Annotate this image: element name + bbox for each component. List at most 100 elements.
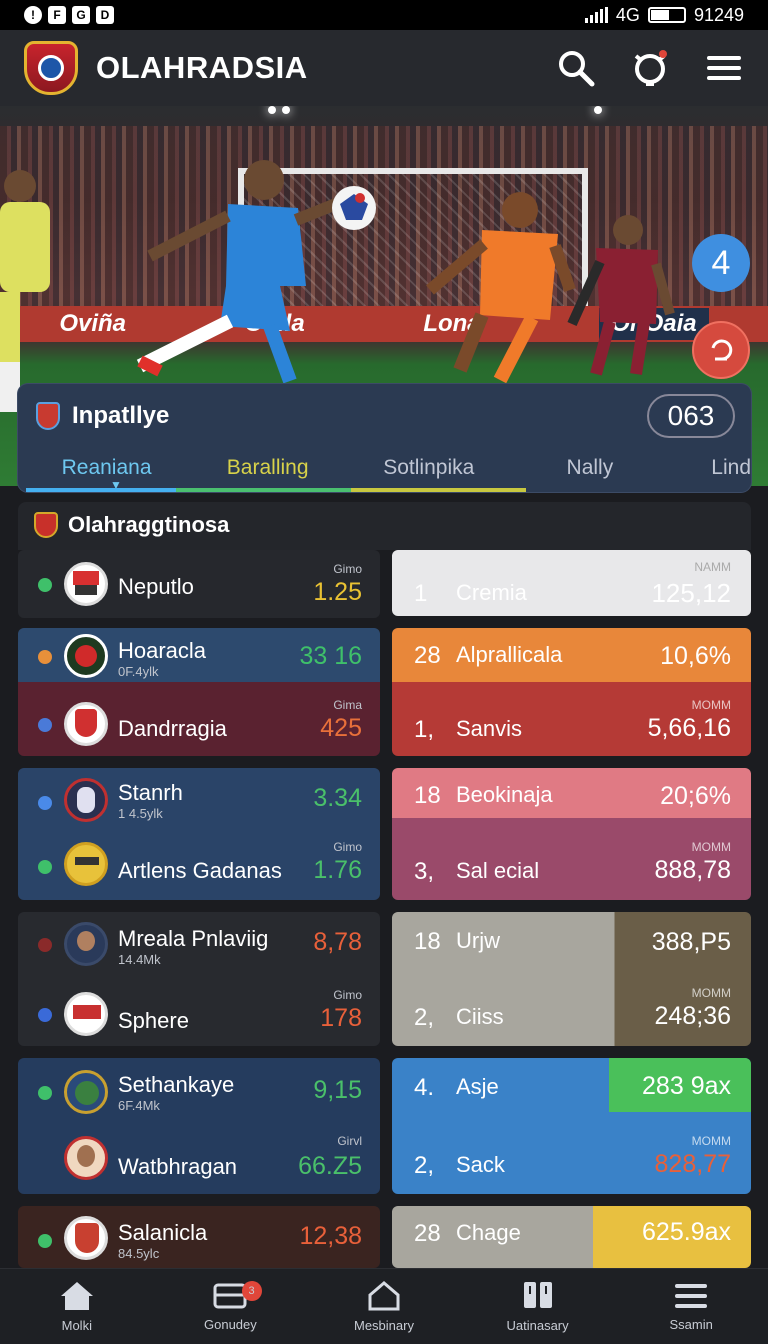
team-badge-icon	[64, 778, 108, 822]
alert-icon: !	[24, 6, 42, 24]
tab-sotlinpika[interactable]: Sotlinpika	[348, 452, 509, 492]
match-card[interactable]: Hoaracla 0F.4ylk 33 16 Dandrragia Gima 4…	[18, 628, 380, 756]
status-dot	[38, 1086, 52, 1100]
hamburger-menu-icon[interactable]	[704, 48, 744, 88]
team-name: Watbhragan	[118, 1154, 238, 1179]
odds-name: Sack	[456, 1152, 505, 1177]
app-logo[interactable]	[24, 41, 78, 95]
odds-name: Beokinaja	[456, 782, 553, 807]
nav-label: Gonudey	[204, 1317, 257, 1332]
floodlight	[594, 106, 602, 114]
odds-card[interactable]: 1 Cremia NAMM 125,12	[392, 550, 751, 616]
status-dot	[38, 860, 52, 874]
odds-name: Alprallicala	[456, 642, 563, 667]
odds-rank: 18	[414, 928, 441, 955]
team-badge-icon	[64, 992, 108, 1036]
section-header: Olahraggtinosa	[18, 502, 751, 550]
status-bar: ! F G D 4G 91249	[0, 0, 768, 30]
status-dot	[38, 578, 52, 592]
odds-rank: 4.	[414, 1074, 435, 1101]
odds-name: Asje	[456, 1074, 499, 1099]
odds-value: 20;6%	[660, 782, 731, 810]
tab-reaniana[interactable]: Reaniana	[26, 452, 187, 492]
notification-icons: ! F G D	[24, 6, 114, 24]
app-icon: G	[72, 6, 90, 24]
score-caption: Girvl	[337, 1134, 362, 1148]
team-name: Mreala Pnlaviig	[118, 926, 269, 951]
match-card[interactable]: Mreala Pnlaviig 14.4Mk 8,78 Sphere Gimo …	[18, 912, 380, 1046]
status-dot	[38, 938, 52, 952]
odds-card[interactable]: 18 Beokinaja 20;6% 3, Sal ecial MOMM 888…	[392, 768, 751, 900]
status-dot	[38, 1234, 52, 1248]
team-score: 33 16	[299, 642, 362, 670]
nav-item-uatinasary[interactable]: Uatinasary	[461, 1269, 615, 1344]
nav-item-menu[interactable]: Ssamin	[614, 1269, 768, 1344]
team-name: Artlens Gadanas	[118, 858, 282, 883]
club-logo-icon	[34, 512, 58, 538]
nav-item-wallet[interactable]: 3 Gonudey	[154, 1269, 308, 1344]
odds-value: 10,6%	[660, 642, 731, 670]
match-count-badge[interactable]: 063	[647, 394, 735, 438]
odds-card[interactable]: 18 Urjw 388,P5 2, Ciiss MOMM 248;36	[392, 912, 751, 1046]
floodlight	[282, 106, 290, 114]
odds-name: Sanvis	[456, 716, 523, 741]
nav-label: Uatinasary	[506, 1318, 569, 1333]
section-title: Olahraggtinosa	[68, 512, 230, 537]
team-score: 66.Z5	[298, 1152, 362, 1180]
odds-card[interactable]: 4. Asje 283 9ax 2, Sack MOMM 828,77	[392, 1058, 751, 1194]
nav-label: Mesbinary	[354, 1318, 414, 1333]
team-score: 12,38	[299, 1222, 362, 1250]
tab-lind[interactable]: Lind	[670, 452, 751, 492]
refresh-button[interactable]	[692, 321, 750, 379]
score-caption: Gimo	[333, 840, 362, 854]
team-name: Sphere	[118, 1008, 189, 1033]
odds-card[interactable]: 28 Chage 625.9ax	[392, 1206, 751, 1268]
match-card[interactable]: Stanrh 1 4.5ylk 3.34 Artlens Gadanas Gim…	[18, 768, 380, 900]
nav-item-mesbinary[interactable]: Mesbinary	[307, 1269, 461, 1344]
facebook-icon: F	[48, 6, 66, 24]
score-caption: Gimo	[333, 988, 362, 1002]
search-icon[interactable]	[556, 48, 596, 88]
match-card[interactable]: Neputlo Gimo 1.25	[18, 550, 380, 618]
team-score: 425	[320, 714, 362, 742]
team-score: 9,15	[313, 1076, 362, 1104]
app-title: OLAHRADSIA	[96, 50, 308, 85]
team-score: 8,78	[313, 928, 362, 956]
team-badge-icon	[64, 562, 108, 606]
status-dot	[38, 650, 52, 664]
player-avatar	[64, 1136, 108, 1180]
team-name: Sethankaye	[118, 1072, 235, 1097]
match-card[interactable]: Salanicla 84.5ylc 12,38	[18, 1206, 380, 1268]
team-subtitle: 84.5ylc	[118, 1246, 160, 1261]
team-badge-icon	[64, 1070, 108, 1114]
odds-rank: 2,	[414, 1004, 435, 1031]
nav-item-home[interactable]: Molki	[0, 1269, 154, 1344]
odds-value: 828,77	[654, 1150, 731, 1178]
app-header: OLAHRADSIA	[0, 30, 768, 106]
bottom-navigation: Molki 3 Gonudey Mesbinary Uatinasary Ssa…	[0, 1268, 768, 1344]
tab-nally[interactable]: Nally	[509, 452, 670, 492]
tab-baralling[interactable]: Baralling	[187, 452, 348, 492]
odds-rank: 1	[414, 580, 428, 607]
score-caption: Gima	[333, 698, 362, 712]
team-badge-icon	[64, 1216, 108, 1260]
odds-card[interactable]: 28 Alprallicala 10,6% 1, Sanvis MOMM 5,6…	[392, 628, 751, 756]
team-badge-icon	[64, 634, 108, 678]
team-name: Neputlo	[118, 574, 194, 599]
refresh-icon	[711, 339, 733, 361]
team-score: 1.25	[313, 578, 362, 606]
status-dot	[38, 718, 52, 732]
team-name: Hoaracla	[118, 638, 207, 663]
notification-bell-icon[interactable]	[630, 48, 670, 88]
player-avatar	[64, 922, 108, 966]
odds-name: Cremia	[456, 580, 527, 605]
live-count-button[interactable]: 4	[692, 234, 750, 292]
odds-name: Urjw	[456, 928, 500, 953]
odds-rank: 28	[414, 1220, 441, 1247]
team-subtitle: 14.4Mk	[118, 952, 161, 967]
floodlight	[268, 106, 276, 114]
match-card[interactable]: Sethankaye 6F.4Mk 9,15 Watbhragan Girvl …	[18, 1058, 380, 1194]
player-orange	[426, 192, 576, 384]
league-shield-icon	[36, 402, 60, 430]
odds-name: Sal ecial	[456, 858, 540, 883]
